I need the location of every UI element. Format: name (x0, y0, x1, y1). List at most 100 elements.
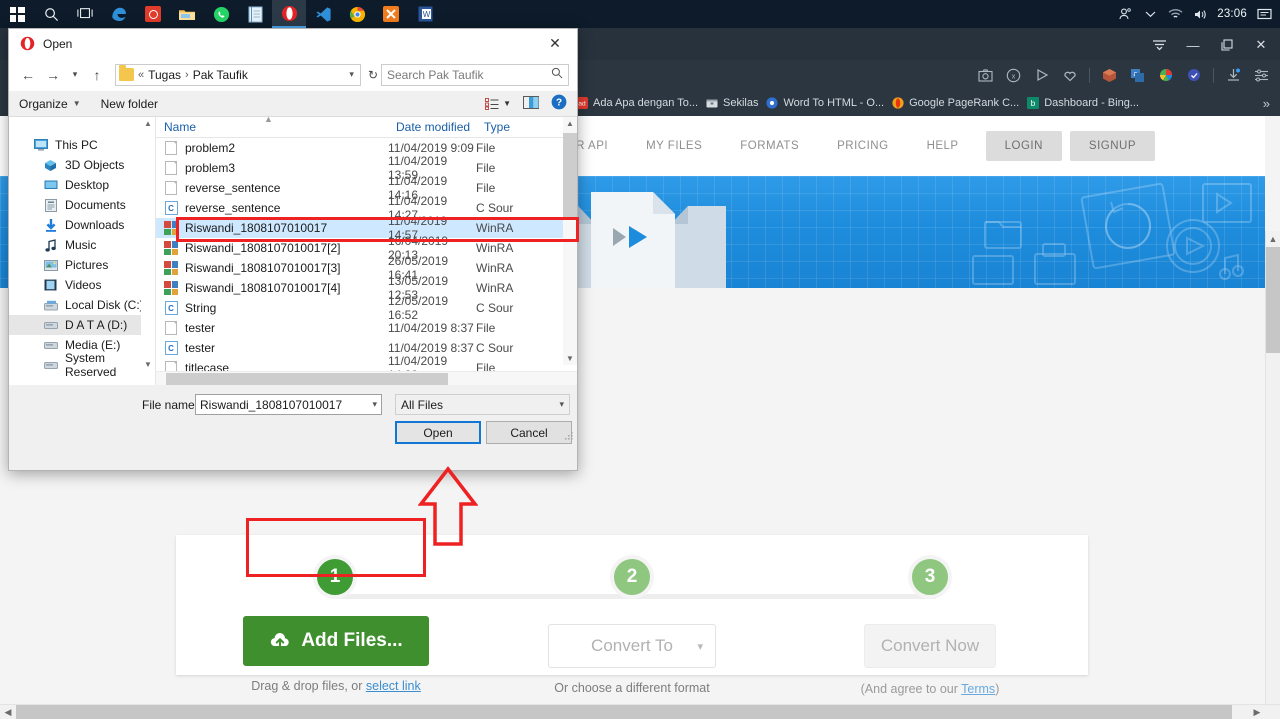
file-list-hscrollbar[interactable] (156, 371, 577, 385)
taskbar-clock[interactable]: 23:06 (1217, 8, 1247, 20)
bookmark-item-2[interactable]: Word To HTML - O... (765, 97, 884, 110)
file-type-filter-select[interactable]: All Files ▾ (395, 394, 570, 415)
search-icon[interactable] (34, 0, 68, 28)
wifi-icon[interactable] (1167, 6, 1183, 22)
sidebar-item-pictures[interactable]: Pictures (9, 255, 155, 275)
downloads-icon[interactable] (1225, 67, 1242, 84)
vscode-icon[interactable] (306, 0, 340, 28)
sidebar-item-local-disk-c[interactable]: Local Disk (C:) (9, 295, 155, 315)
resize-grip-icon[interactable] (564, 431, 574, 441)
adblock-icon[interactable]: x (1005, 67, 1022, 84)
opera-icon[interactable] (272, 0, 306, 28)
bookmarks-overflow-button[interactable]: » (1263, 96, 1280, 111)
sidebar-item-videos[interactable]: Videos (9, 275, 155, 295)
table-row[interactable]: Riswandi_1808107010017[4] 13/05/2019 12:… (156, 274, 577, 302)
scroll-up-icon[interactable]: ▲ (1266, 231, 1280, 247)
shield-icon[interactable] (1185, 67, 1202, 84)
preview-pane-button[interactable] (523, 95, 539, 112)
chrome-icon[interactable] (340, 0, 374, 28)
start-button[interactable] (0, 0, 34, 28)
app-red-icon[interactable] (136, 0, 170, 28)
maximize-button[interactable] (1210, 30, 1244, 60)
chevron-down-icon[interactable]: ▾ (349, 69, 356, 80)
close-button[interactable]: ✕ (1244, 30, 1278, 60)
table-row[interactable]: tester 11/04/2019 8:37 File (156, 318, 577, 338)
scroll-right-icon[interactable]: ▶ (1249, 705, 1265, 719)
scroll-down-icon[interactable]: ▼ (566, 354, 574, 363)
scroll-up-icon[interactable]: ▲ (566, 119, 574, 128)
table-row[interactable]: Riswandi_1808107010017 11/04/2019 14:57 … (156, 214, 577, 242)
breadcrumb-part-1[interactable]: Pak Taufik (193, 68, 248, 82)
nav-my-files[interactable]: MY FILES (627, 140, 721, 152)
whatsapp-icon[interactable] (204, 0, 238, 28)
chevron-up-icon[interactable] (1142, 6, 1158, 22)
column-header-date[interactable]: Date modified (388, 120, 476, 134)
horizontal-scroll-thumb[interactable] (16, 705, 1232, 719)
select-link-link[interactable]: select link (366, 679, 421, 693)
table-row[interactable]: Riswandi_1808107010017[3] 26/05/2019 16:… (156, 254, 577, 282)
open-button[interactable]: Open (395, 421, 481, 444)
file-explorer-icon[interactable] (170, 0, 204, 28)
sidebar-scrollbar[interactable]: ▲ ▼ (141, 117, 155, 385)
word-icon[interactable]: W (408, 0, 442, 28)
colorpicker-icon[interactable] (1157, 67, 1174, 84)
forward-icon[interactable]: → (42, 64, 64, 86)
translate-icon[interactable]: a (1129, 67, 1146, 84)
up-icon[interactable]: ↑ (86, 64, 108, 86)
dialog-close-button[interactable]: ✕ (533, 29, 577, 58)
table-row[interactable]: problem3 11/04/2019 13:59 File (156, 154, 577, 182)
help-button[interactable]: ? (551, 94, 567, 113)
volume-icon[interactable] (1192, 6, 1208, 22)
bookmark-item-3[interactable]: Google PageRank C... (891, 97, 1019, 110)
bookmark-item-4[interactable]: b Dashboard - Bing... (1026, 97, 1139, 110)
file-list-scrollbar[interactable]: ▲ ▼ (563, 117, 577, 365)
sidebar-item-documents[interactable]: Documents (9, 195, 155, 215)
notifications-icon[interactable] (1256, 6, 1272, 22)
nav-formats[interactable]: FORMATS (721, 140, 818, 152)
file-list-scroll-thumb[interactable] (563, 133, 577, 219)
scroll-up-icon[interactable]: ▲ (144, 119, 152, 128)
convert-now-button[interactable]: Convert Now (864, 624, 996, 668)
edge-icon[interactable] (102, 0, 136, 28)
cancel-button[interactable]: Cancel (486, 421, 572, 444)
minimize-button[interactable]: — (1176, 30, 1210, 60)
new-folder-button[interactable]: New folder (101, 97, 178, 111)
table-row[interactable]: C String 12/05/2019 16:52 C Sour (156, 294, 577, 322)
terms-link[interactable]: Terms (961, 682, 995, 696)
file-list-hscroll-thumb[interactable] (166, 373, 448, 385)
snapshot-icon[interactable] (977, 67, 994, 84)
play-icon[interactable] (1033, 67, 1050, 84)
back-icon[interactable]: ← (17, 64, 39, 86)
scroll-left-icon[interactable]: ◀ (0, 705, 16, 719)
table-row[interactable]: Ctester 11/04/2019 8:37 C Sour (156, 338, 577, 358)
file-name-input[interactable]: Riswandi_1808107010017 ▾ (195, 394, 382, 415)
extension-box-icon[interactable] (1101, 67, 1118, 84)
page-vertical-scrollbar[interactable]: ▲ ▼ (1265, 231, 1280, 719)
table-row[interactable]: Riswandi_1808107010017[2] 16/04/2019 20:… (156, 234, 577, 262)
task-view-icon[interactable] (68, 0, 102, 28)
search-input[interactable]: Search Pak Taufik (381, 63, 569, 86)
easy-setup-icon[interactable] (1253, 67, 1270, 84)
sidebar-item-3d-objects[interactable]: 3D Objects (9, 155, 155, 175)
column-header-type[interactable]: Type (476, 120, 526, 134)
chevron-down-icon[interactable]: ▾ (372, 399, 377, 410)
table-row[interactable]: Creverse_sentence 11/04/2019 14:27 C Sou… (156, 194, 577, 222)
heart-icon[interactable] (1061, 67, 1078, 84)
bookmark-item-0[interactable]: ad Ada Apa dengan To... (575, 97, 698, 110)
recent-locations-icon[interactable]: ▾ (67, 64, 83, 86)
page-horizontal-scrollbar[interactable]: ◀ ▶ (0, 704, 1280, 719)
add-files-button[interactable]: Add Files... (243, 616, 429, 666)
sidebar-item-downloads[interactable]: Downloads (9, 215, 155, 235)
refresh-icon[interactable]: ↻ (368, 68, 378, 82)
organize-button[interactable]: Organize ▼ (19, 97, 101, 111)
sidebar-item-music[interactable]: Music (9, 235, 155, 255)
convert-to-select[interactable]: Convert To ▾ (548, 624, 716, 668)
sidebar-item-system-reserved[interactable]: System Reserved (9, 351, 155, 379)
bookmark-item-1[interactable]: Sekilas (705, 97, 758, 110)
notepad-icon[interactable] (238, 0, 272, 28)
nav-pricing[interactable]: PRICING (818, 140, 907, 152)
signup-button[interactable]: SIGNUP (1069, 131, 1155, 161)
login-button[interactable]: LOGIN (985, 131, 1062, 161)
change-view-button[interactable]: ▼ (485, 97, 511, 110)
vertical-scroll-thumb[interactable] (1266, 247, 1280, 353)
